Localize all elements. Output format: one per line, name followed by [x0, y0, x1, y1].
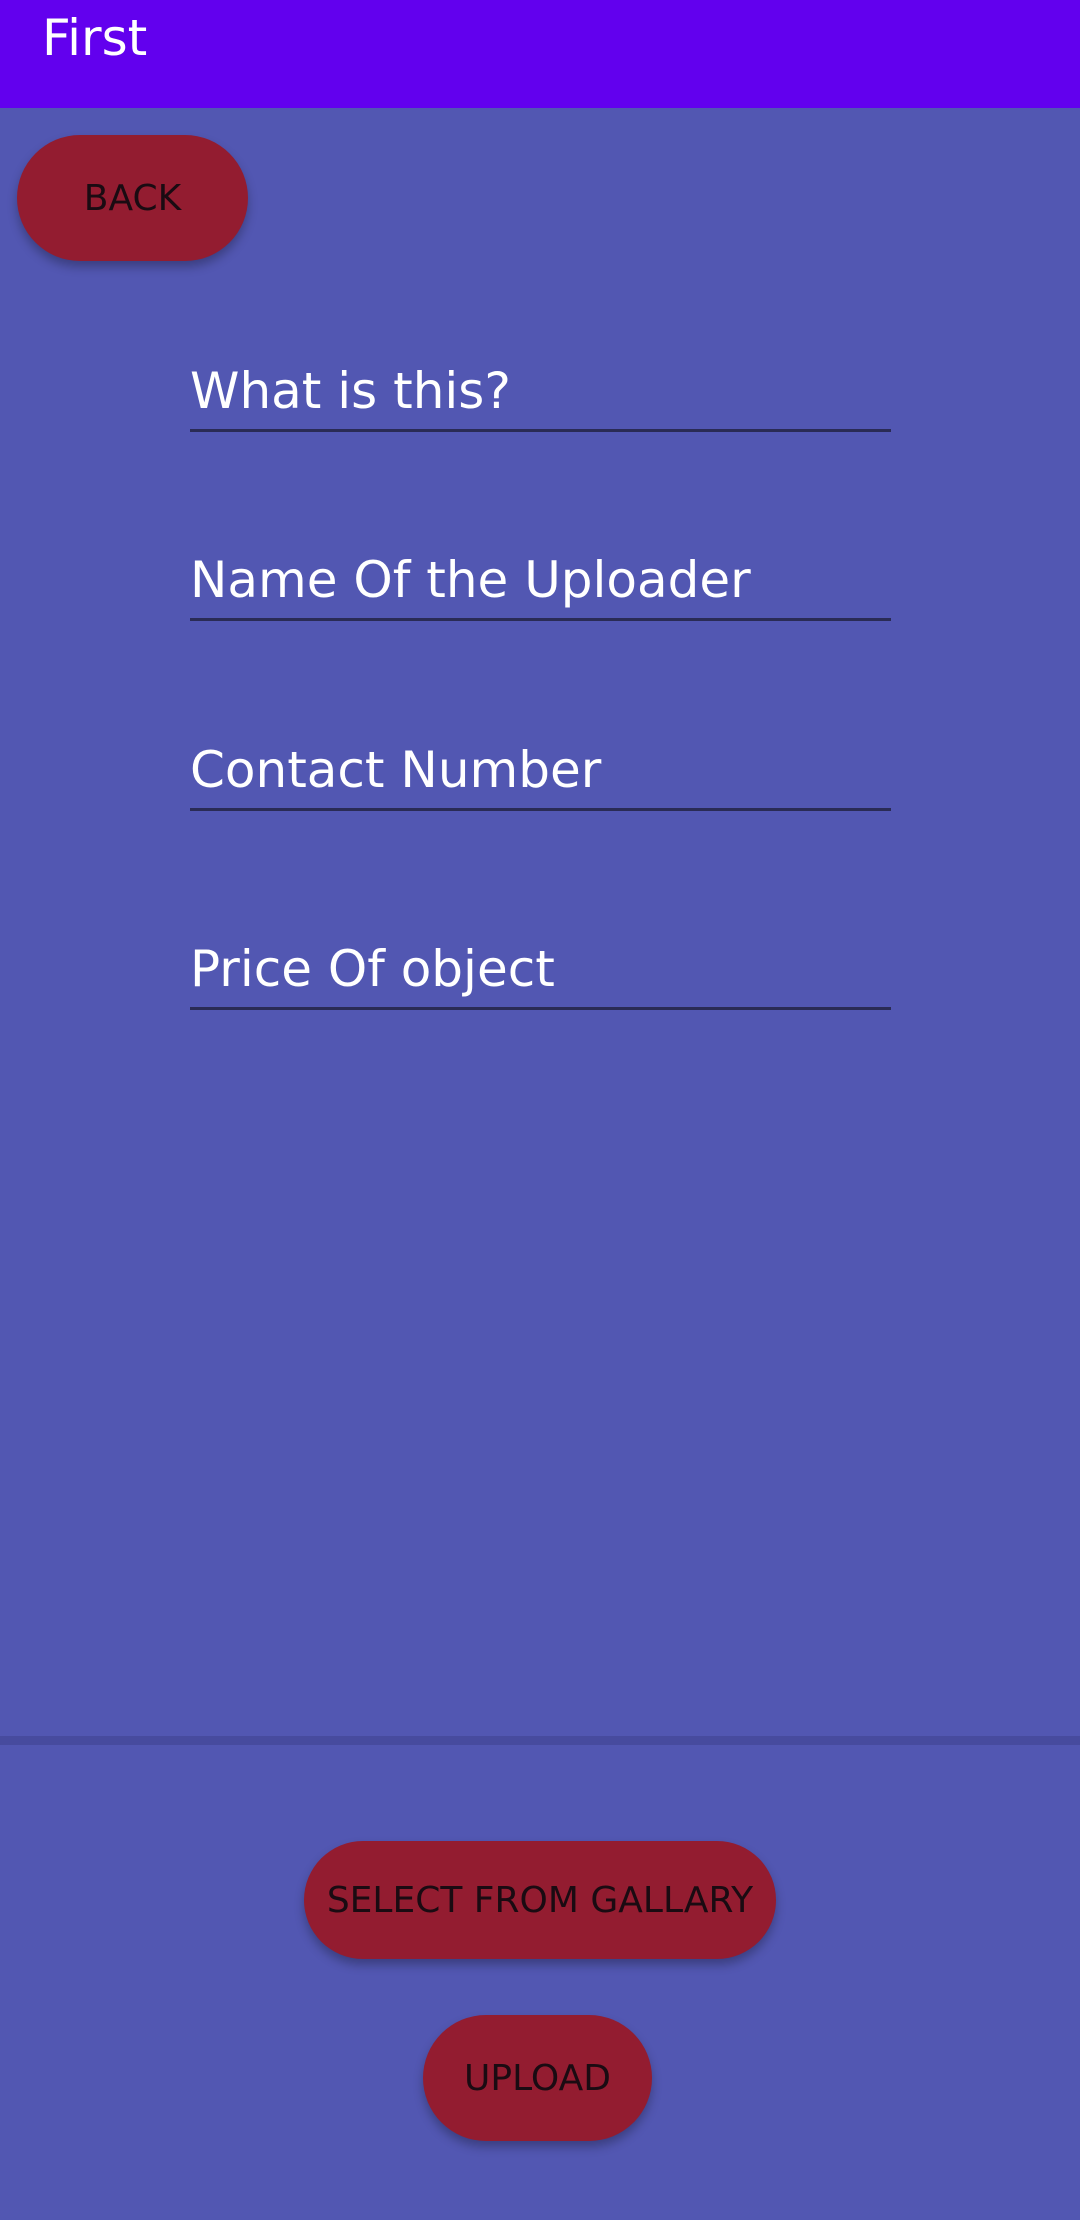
what-is-this-field — [190, 352, 891, 432]
screen: First BACK SELECT FROM GALLARY UPLOAD — [0, 0, 1080, 2220]
uploader-name-field — [190, 541, 891, 621]
select-from-gallery-button[interactable]: SELECT FROM GALLARY — [304, 1841, 776, 1959]
contact-number-input[interactable] — [190, 731, 891, 808]
uploader-name-input[interactable] — [190, 541, 891, 618]
price-field — [190, 930, 891, 1010]
back-button[interactable]: BACK — [17, 135, 248, 261]
app-title: First — [42, 9, 148, 67]
app-bar: First — [0, 0, 1080, 108]
what-is-this-input[interactable] — [190, 352, 891, 429]
contact-number-field — [190, 731, 891, 811]
divider — [0, 1736, 1080, 1745]
upload-button[interactable]: UPLOAD — [423, 2015, 652, 2141]
price-input[interactable] — [190, 930, 891, 1007]
